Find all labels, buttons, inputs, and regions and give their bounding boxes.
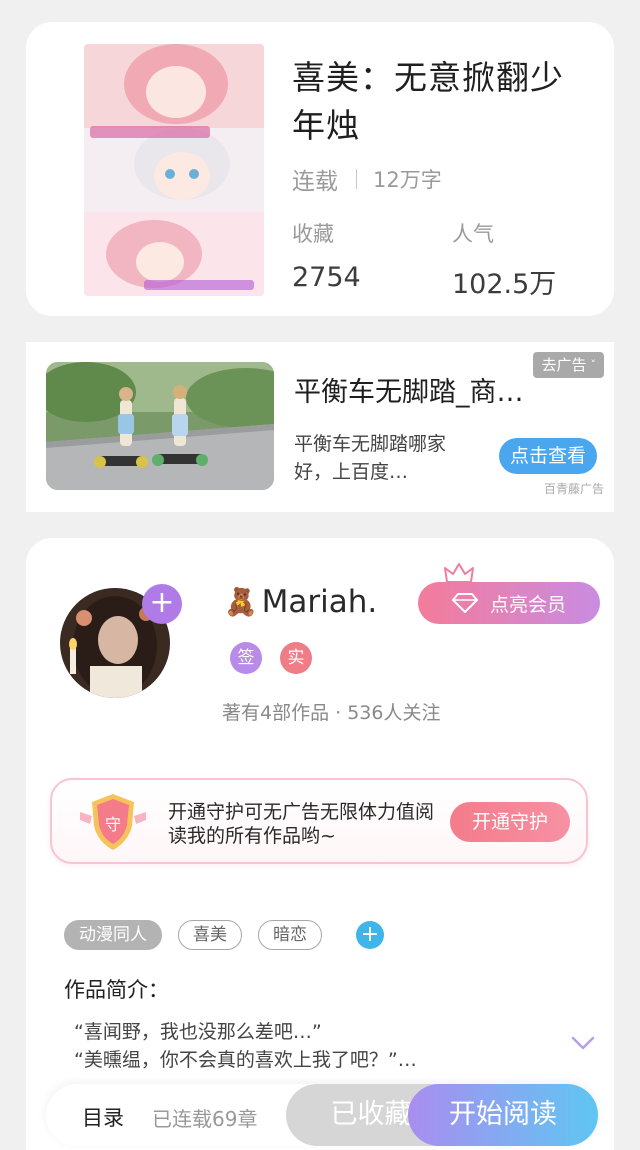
guard-banner[interactable]: 守 开通守护可无广告无限体力值阅读我的所有作品哟~ 开通守护 <box>50 778 588 864</box>
meta-divider <box>356 169 357 189</box>
book-info-card: 喜美：无意掀翻少年烛 连载 12万字 收藏 2754 人气 102.5万 <box>26 22 614 316</box>
tag-item[interactable]: 动漫同人 <box>64 920 162 950</box>
open-guard-button[interactable]: 开通守护 <box>450 802 570 842</box>
follow-author-button[interactable]: + <box>142 584 182 624</box>
vip-label: 点亮会员 <box>489 593 566 616</box>
popularity-value: 102.5万 <box>452 269 557 300</box>
tag-item[interactable]: 喜美 <box>178 920 242 950</box>
intro-text[interactable]: “喜闻野，我也没那么差吧…” “美曛缊，你不会真的喜欢上我了吧？”… <box>74 1018 554 1074</box>
favorites-label: 收藏 <box>292 222 334 246</box>
serial-chapter-count[interactable]: 已连载69章 <box>152 1103 257 1132</box>
ad-view-button[interactable]: 点击查看 <box>499 438 597 474</box>
serial-status: 连载 <box>292 169 338 195</box>
book-cover-image[interactable] <box>84 44 264 296</box>
add-tag-button[interactable]: + <box>356 921 384 949</box>
ad-source-label: 百青藤广告 <box>543 482 604 496</box>
author-badges: 签 实 <box>230 642 312 674</box>
tag-list: 动漫同人 喜美 暗恋 + <box>64 920 384 950</box>
popularity-label: 人气 <box>452 222 494 246</box>
ad-image[interactable] <box>46 362 274 490</box>
favorites-value: 2754 <box>292 262 361 293</box>
word-count: 12万字 <box>373 168 442 192</box>
chevron-down-icon[interactable] <box>571 1036 595 1050</box>
table-of-contents-button[interactable]: 目录 <box>82 1102 124 1132</box>
author-card: + 🧸 Mariah. 签 实 著有4部作品 · 536人关注 点亮会员 守 开… <box>26 538 614 1150</box>
book-title: 喜美：无意掀翻少年烛 <box>292 58 564 145</box>
ad-description: 平衡车无脚踏哪家好，上百度… <box>294 433 447 483</box>
book-meta: 连载 12万字 <box>292 162 442 196</box>
bottom-action-bar: 目录 已连载69章 已收藏 开始阅读 <box>46 1084 598 1146</box>
tag-item[interactable]: 暗恋 <box>258 920 322 950</box>
guard-text: 开通守护可无广告无限体力值阅读我的所有作品哟~ <box>168 801 435 847</box>
guard-icon-text: 守 <box>105 815 121 834</box>
crown-icon <box>444 563 474 583</box>
ad-card[interactable]: 去广告 ˅ 平衡车无脚踏_商… 平衡车无脚踏哪家好，上百度… 点击查看 百青藤广… <box>26 342 614 512</box>
intro-label: 作品简介： <box>64 978 169 1002</box>
popularity-stat: 人气 102.5万 <box>452 218 556 301</box>
author-name-text: Mariah. <box>261 584 378 620</box>
guard-shield-icon: 守 <box>80 794 146 850</box>
activate-vip-button[interactable]: 点亮会员 <box>418 582 600 624</box>
author-stats: 著有4部作品 · 536人关注 <box>222 702 441 724</box>
author-name[interactable]: 🧸 Mariah. <box>224 584 377 620</box>
vip-area: 点亮会员 <box>418 563 600 624</box>
bear-emoji-icon: 🧸 <box>224 587 258 618</box>
diamond-icon <box>451 593 478 613</box>
verified-badge: 实 <box>280 642 312 674</box>
chevron-down-icon: ˅ <box>590 358 597 371</box>
favorites-stat: 收藏 2754 <box>292 218 361 293</box>
ad-title[interactable]: 平衡车无脚踏_商… <box>294 370 554 409</box>
start-reading-button[interactable]: 开始阅读 <box>408 1084 598 1146</box>
signed-badge: 签 <box>230 642 262 674</box>
